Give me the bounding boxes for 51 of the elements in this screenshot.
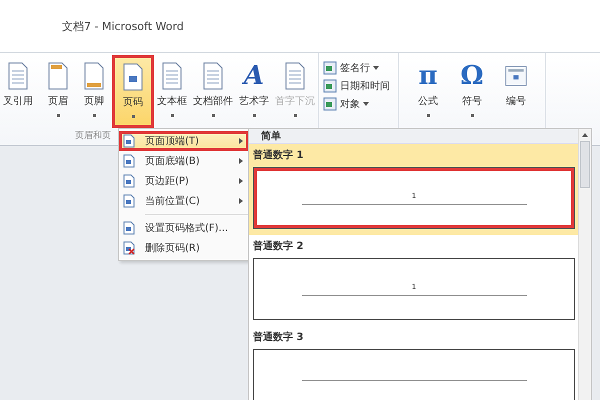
menu-item[interactable]: 页边距(P): [119, 171, 249, 191]
submenu-arrow-icon: [239, 138, 243, 144]
window-title: 文档7 - Microsoft Word: [62, 18, 184, 34]
small-document-icon: [323, 97, 337, 111]
letter-a-icon: A: [244, 62, 264, 90]
document-icon: [6, 62, 30, 90]
submenu-arrow-icon: [239, 178, 243, 184]
document-icon: [82, 62, 106, 90]
document-icon: [121, 63, 145, 91]
document-icon: [201, 62, 225, 90]
scroll-up-icon: [582, 133, 588, 137]
menu-item[interactable]: 删除页码(R): [119, 238, 249, 258]
scroll-thumb[interactable]: [580, 141, 590, 188]
ribbon-button[interactable]: 页脚: [76, 59, 112, 124]
ribbon-button[interactable]: 页码: [112, 55, 154, 128]
page-icon: [123, 174, 135, 188]
caret-icon: [373, 66, 379, 70]
menu-item[interactable]: 页面底端(B): [119, 151, 249, 171]
page-icon: [123, 194, 135, 208]
ribbon-button[interactable]: 叉引用: [0, 59, 36, 124]
document-icon: [46, 62, 70, 90]
gallery-item[interactable]: 普通数字 3: [249, 326, 579, 400]
page-icon: [123, 154, 135, 168]
ribbon-button[interactable]: Ω 符号: [453, 59, 491, 124]
menu-item[interactable]: 当前位置(C): [119, 191, 249, 211]
small-document-icon: [323, 79, 337, 93]
page-icon: [123, 241, 135, 255]
symbol-icon: Ω: [460, 62, 484, 90]
menu-item[interactable]: 页面顶端(T): [119, 131, 249, 151]
menu-item[interactable]: 设置页码格式(F)...: [119, 218, 249, 238]
ribbon-button[interactable]: A 艺术字: [236, 59, 272, 124]
ribbon-button[interactable]: π 公式: [409, 59, 447, 124]
scrollbar[interactable]: [578, 129, 591, 400]
submenu-arrow-icon: [239, 198, 243, 204]
symbol-icon: π: [418, 62, 438, 90]
ribbon-button[interactable]: 文本框: [154, 59, 190, 124]
small-document-icon: [323, 61, 337, 75]
page-icon: [123, 134, 135, 148]
ribbon-button[interactable]: 编号: [497, 59, 535, 124]
submenu-arrow-icon: [239, 158, 243, 164]
caret-icon: [363, 102, 369, 106]
document-icon: [160, 62, 184, 90]
document-icon: [283, 62, 307, 90]
group-label: 页眉和页: [75, 130, 111, 142]
ribbon-small-button[interactable]: 签名行: [323, 61, 390, 75]
gallery-header: 简单: [261, 130, 281, 143]
ribbon-small-button[interactable]: 对象: [323, 97, 390, 111]
ribbon-button[interactable]: 页眉: [40, 59, 76, 124]
ribbon-button[interactable]: 文档部件: [190, 59, 236, 124]
ribbon-small-button[interactable]: 日期和时间: [323, 79, 390, 93]
page-icon: [123, 221, 135, 235]
